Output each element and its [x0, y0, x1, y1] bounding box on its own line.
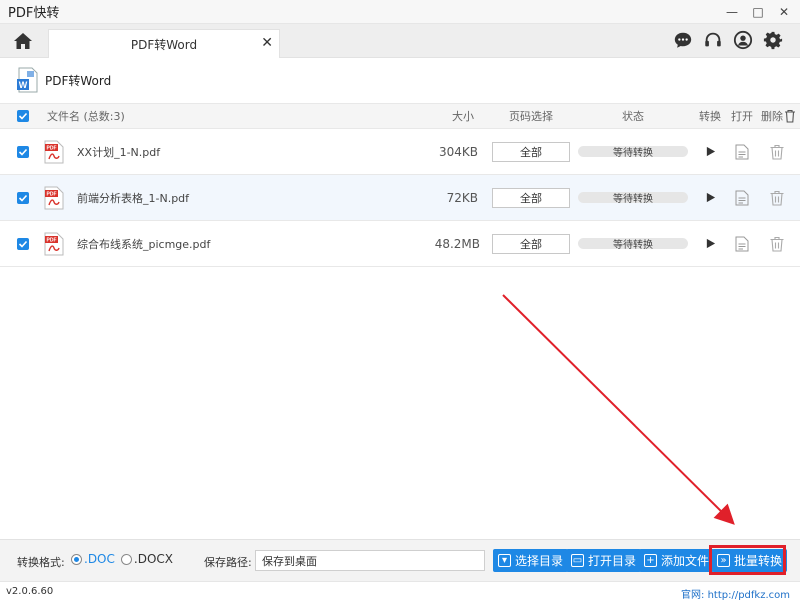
file-size: 304KB	[438, 144, 478, 159]
select-all-checkbox[interactable]	[17, 104, 29, 128]
maximize-button[interactable]: □	[748, 2, 768, 22]
radio-dot	[120, 553, 132, 565]
app-title: PDF快转	[8, 6, 60, 21]
add-file-label: 添加文件	[661, 554, 710, 568]
chat-icon[interactable]	[672, 29, 694, 51]
table-row[interactable]: PDF 前端分析表格_1-N.pdf 72KB 全部 等待转换	[0, 175, 800, 221]
play-icon[interactable]	[700, 234, 720, 254]
header-page-select: 页码选择	[509, 110, 553, 123]
status-badge: 等待转换	[578, 192, 688, 205]
trash-icon[interactable]	[768, 234, 786, 254]
header-size: 大小	[452, 110, 474, 123]
user-icon[interactable]	[732, 29, 754, 51]
status-bar: v2.0.6.60 官网: http://pdfkz.com	[0, 581, 800, 600]
word-file-icon: W	[17, 67, 39, 93]
header-convert: 转换	[699, 110, 721, 123]
format-radio-group: .DOC .DOCX	[71, 552, 173, 566]
tab-label: PDF转Word	[130, 37, 198, 52]
file-name: 前端分析表格_1-N.pdf	[77, 191, 190, 205]
row-checkbox[interactable]	[17, 129, 29, 174]
section-title: PDF转Word	[45, 73, 112, 88]
delete-all-icon[interactable]	[784, 104, 796, 128]
table-row[interactable]: PDF 综合布线系统_picmge.pdf 48.2MB 全部 等待转换	[0, 221, 800, 267]
version-text: v2.0.6.60	[6, 586, 54, 597]
page-select-dropdown[interactable]: 全部	[492, 141, 570, 162]
tab-pdf-to-word[interactable]: PDF转Word ✕	[48, 29, 280, 58]
status-badge: 等待转换	[578, 146, 688, 159]
add-file-button[interactable]: + 添加文件	[639, 549, 715, 572]
section-header: W PDF转Word	[0, 59, 800, 101]
file-name: 综合布线系统_picmge.pdf	[77, 237, 211, 251]
save-icon: ▾	[498, 554, 511, 567]
tab-close-icon[interactable]: ✕	[261, 35, 273, 51]
save-path-label: 保存路径:	[204, 556, 252, 569]
row-checkbox[interactable]	[17, 175, 29, 220]
site-label: 官网:	[681, 590, 705, 600]
format-radio-doc[interactable]: .DOC	[71, 552, 115, 566]
window-controls: — □ ✕	[722, 0, 794, 24]
header-filename: 文件名 (总数:3)	[47, 110, 125, 123]
table-header: 文件名 (总数:3) 大小 页码选择 状态 转换 打开 删除	[0, 103, 800, 129]
trash-icon[interactable]	[768, 142, 786, 162]
select-dir-label: 选择目录	[515, 554, 564, 568]
bottom-toolbar: 转换格式: .DOC .DOCX 保存路径: 保存到桌面 ▾ 选择目录 ▭ 打开…	[0, 539, 800, 581]
open-dir-button[interactable]: ▭ 打开目录	[566, 549, 642, 572]
tab-bar: PDF转Word ✕	[0, 24, 800, 58]
file-size: 72KB	[446, 190, 478, 205]
header-status: 状态	[622, 110, 644, 123]
open-file-icon[interactable]	[733, 188, 751, 208]
format-radio-docx[interactable]: .DOCX	[120, 552, 173, 566]
folder-icon: ▭	[571, 554, 584, 567]
status-badge: 等待转换	[578, 238, 688, 251]
pdf-file-icon: PDF	[44, 129, 64, 174]
svg-text:W: W	[19, 80, 28, 90]
title-bar: PDF快转 — □ ✕	[0, 0, 800, 24]
save-path-field[interactable]: 保存到桌面	[255, 550, 485, 571]
header-open: 打开	[731, 110, 753, 123]
minimize-button[interactable]: —	[722, 2, 742, 22]
page-select-dropdown[interactable]: 全部	[492, 233, 570, 254]
pdf-file-icon: PDF	[44, 175, 64, 220]
pdf-file-icon: PDF	[44, 221, 64, 266]
open-file-icon[interactable]	[733, 234, 751, 254]
file-size: 48.2MB	[434, 236, 480, 251]
plus-icon: +	[644, 554, 657, 567]
open-file-icon[interactable]	[733, 142, 751, 162]
close-button[interactable]: ✕	[774, 2, 794, 22]
radio-dot-selected	[71, 553, 82, 565]
svg-text:PDF: PDF	[47, 191, 57, 197]
svg-text:PDF: PDF	[47, 145, 57, 151]
play-icon[interactable]	[700, 188, 720, 208]
table-row[interactable]: PDF XX计划_1-N.pdf 304KB 全部 等待转换	[0, 129, 800, 175]
official-site: 官网: http://pdfkz.com	[681, 586, 790, 600]
header-delete: 删除	[761, 110, 783, 123]
play-icon[interactable]	[700, 142, 720, 162]
svg-text:PDF: PDF	[47, 237, 57, 243]
headset-icon[interactable]	[702, 29, 724, 51]
gear-icon[interactable]	[762, 29, 784, 51]
open-dir-label: 打开目录	[588, 554, 637, 568]
page-select-dropdown[interactable]: 全部	[492, 187, 570, 208]
site-link[interactable]: http://pdfkz.com	[708, 590, 790, 600]
annotation-highlight-box	[709, 545, 786, 575]
top-right-icons	[672, 29, 784, 51]
home-icon[interactable]	[12, 30, 34, 52]
format-doc-label: .DOC	[84, 552, 115, 566]
trash-icon[interactable]	[768, 188, 786, 208]
file-name: XX计划_1-N.pdf	[77, 145, 161, 159]
format-docx-label: .DOCX	[133, 552, 173, 566]
format-label: 转换格式:	[17, 556, 65, 569]
select-dir-button[interactable]: ▾ 选择目录	[493, 549, 569, 572]
row-checkbox[interactable]	[17, 221, 29, 266]
